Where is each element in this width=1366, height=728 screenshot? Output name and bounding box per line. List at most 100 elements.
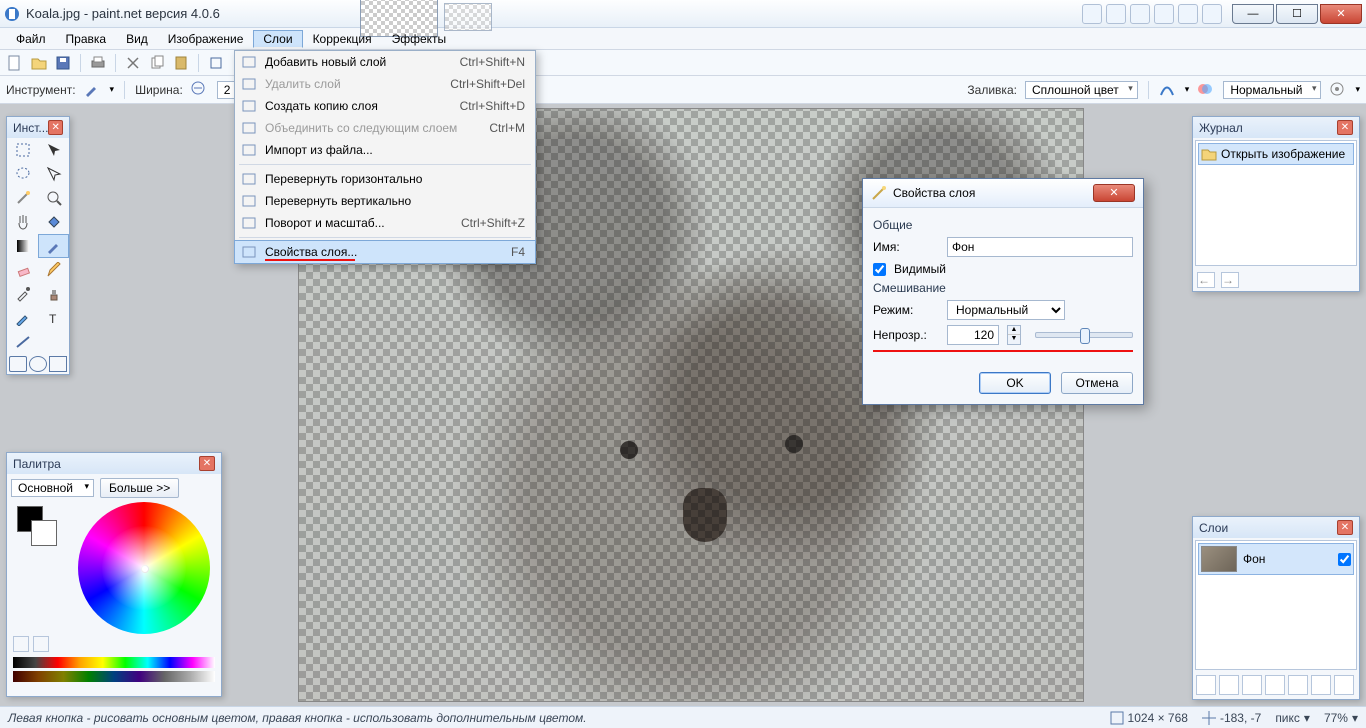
layer-down-button[interactable]	[1311, 675, 1331, 695]
brush-tool-icon[interactable]	[84, 81, 102, 99]
magic-wand-tool[interactable]	[7, 186, 38, 210]
menu-item[interactable]: Перевернуть вертикально	[235, 190, 535, 212]
swap-colors-icon[interactable]	[13, 636, 29, 652]
copy-icon[interactable]	[148, 54, 166, 72]
duplicate-layer-button[interactable]	[1242, 675, 1262, 695]
status-units[interactable]: пикс	[1275, 711, 1300, 725]
fill-dropdown[interactable]: Сплошной цвет	[1025, 81, 1138, 99]
layer-props-button[interactable]	[1334, 675, 1354, 695]
color-picker-tool[interactable]	[7, 282, 38, 306]
blend-mode-select[interactable]: Нормальный	[947, 300, 1065, 320]
layers-close-icon[interactable]: ✕	[1337, 520, 1353, 535]
opacity-spinner[interactable]: ▲▼	[1007, 325, 1021, 345]
blend-icon[interactable]	[1197, 81, 1215, 99]
menu-слои[interactable]: Слои	[253, 30, 302, 48]
menu-вид[interactable]: Вид	[116, 30, 158, 48]
eraser-tool[interactable]	[7, 258, 38, 282]
menu-item[interactable]: Свойства слоя...F4	[234, 240, 536, 264]
palette-close-icon[interactable]: ✕	[199, 456, 215, 471]
menu-item[interactable]: Создать копию слояCtrl+Shift+D	[235, 95, 535, 117]
layers-menu-dropdown: Добавить новый слойCtrl+Shift+NУдалить с…	[234, 50, 536, 264]
help-icon[interactable]	[1202, 4, 1222, 24]
line-tool[interactable]	[7, 330, 38, 354]
paste-icon[interactable]	[172, 54, 190, 72]
menu-item[interactable]: Добавить новый слойCtrl+Shift+N	[235, 51, 535, 73]
saturation-strip[interactable]	[13, 671, 215, 682]
menu-item[interactable]: Перевернуть горизонтально	[235, 168, 535, 190]
menu-item[interactable]: Поворот и масштаб...Ctrl+Shift+Z	[235, 212, 535, 234]
open-file-icon[interactable]	[30, 54, 48, 72]
bucket-tool[interactable]	[38, 210, 69, 234]
history-item[interactable]: Открыть изображение	[1198, 143, 1354, 165]
aa-dropdown-icon[interactable]: ▾	[1185, 84, 1190, 95]
hue-strip[interactable]	[13, 657, 215, 668]
default-colors-icon[interactable]	[33, 636, 49, 652]
cut-icon[interactable]	[124, 54, 142, 72]
crop-icon[interactable]	[207, 54, 225, 72]
close-button[interactable]: ✕	[1320, 4, 1362, 24]
layer-up-button[interactable]	[1288, 675, 1308, 695]
history-close-icon[interactable]: ✕	[1337, 120, 1353, 135]
visible-checkbox[interactable]	[873, 263, 886, 276]
history-back-button[interactable]: ←	[1197, 272, 1215, 288]
move-pixels-tool[interactable]	[38, 162, 69, 186]
gear-icon[interactable]	[1178, 4, 1198, 24]
blend-mode-dropdown[interactable]: Нормальный	[1223, 81, 1321, 99]
color-mode-dropdown[interactable]: Основной	[11, 479, 94, 497]
text-tool[interactable]: T	[38, 306, 69, 330]
clone-tool[interactable]	[38, 282, 69, 306]
history-forward-button[interactable]: →	[1221, 272, 1239, 288]
cancel-button[interactable]: Отмена	[1061, 372, 1133, 394]
decrease-width-icon[interactable]	[191, 81, 209, 99]
freeform-shape-tool[interactable]	[49, 356, 67, 372]
antialias-icon[interactable]	[1159, 81, 1177, 99]
color-swatches[interactable]	[13, 506, 61, 542]
rect-shape-tool[interactable]	[9, 356, 27, 372]
add-layer-button[interactable]	[1196, 675, 1216, 695]
new-file-icon[interactable]	[6, 54, 24, 72]
color-wheel-icon[interactable]	[1154, 4, 1174, 24]
pencil-tool[interactable]	[38, 258, 69, 282]
tool-dropdown-icon[interactable]: ▾	[110, 84, 115, 95]
status-zoom[interactable]: 77%	[1324, 711, 1348, 725]
recolor-tool[interactable]	[7, 306, 38, 330]
merge-layer-button[interactable]	[1265, 675, 1285, 695]
more-colors-button[interactable]: Больше >>	[100, 478, 179, 498]
opacity-input[interactable]	[947, 325, 999, 345]
gradient-tool[interactable]	[7, 234, 38, 258]
grid-icon[interactable]	[1130, 4, 1150, 24]
zoom-tool[interactable]	[38, 186, 69, 210]
overwrite-icon[interactable]	[1329, 81, 1347, 99]
pan-tool[interactable]	[7, 210, 38, 234]
layer-row[interactable]: Фон	[1198, 543, 1354, 575]
menu-item[interactable]: Импорт из файла...	[235, 139, 535, 161]
menu-изображение[interactable]: Изображение	[158, 30, 254, 48]
title-bar: Koala.jpg - paint.net версия 4.0.6 — ☐ ✕	[0, 0, 1366, 28]
move-selection-tool[interactable]	[38, 138, 69, 162]
tools-close-icon[interactable]: ✕	[48, 120, 63, 135]
opacity-slider[interactable]	[1035, 332, 1133, 338]
minimize-button[interactable]: —	[1232, 4, 1274, 24]
menu-правка[interactable]: Правка	[56, 30, 117, 48]
menu-файл[interactable]: Файл	[6, 30, 56, 48]
ellipse-shape-tool[interactable]	[29, 356, 47, 372]
delete-layer-button[interactable]	[1219, 675, 1239, 695]
layer-name-input[interactable]	[947, 237, 1133, 257]
clock-icon[interactable]	[1106, 4, 1126, 24]
rect-select-tool[interactable]	[7, 138, 38, 162]
ov-dropdown-icon[interactable]: ▾	[1355, 84, 1360, 95]
menu-коррекция[interactable]: Коррекция	[303, 30, 382, 48]
document-tab-2[interactable]	[444, 3, 492, 31]
save-icon[interactable]	[54, 54, 72, 72]
layer-properties-dialog: Свойства слоя ✕ Общие Имя: Видимый Смеши…	[862, 178, 1144, 405]
color-wheel[interactable]	[78, 502, 210, 634]
menu-эффекты[interactable]: Эффекты	[382, 30, 457, 48]
brush-tool[interactable]	[38, 234, 69, 258]
layer-visible-checkbox[interactable]	[1338, 553, 1351, 566]
ruler-icon[interactable]	[1082, 4, 1102, 24]
lasso-tool[interactable]	[7, 162, 38, 186]
print-icon[interactable]	[89, 54, 107, 72]
ok-button[interactable]: OK	[979, 372, 1051, 394]
maximize-button[interactable]: ☐	[1276, 4, 1318, 24]
dialog-close-button[interactable]: ✕	[1093, 184, 1135, 202]
